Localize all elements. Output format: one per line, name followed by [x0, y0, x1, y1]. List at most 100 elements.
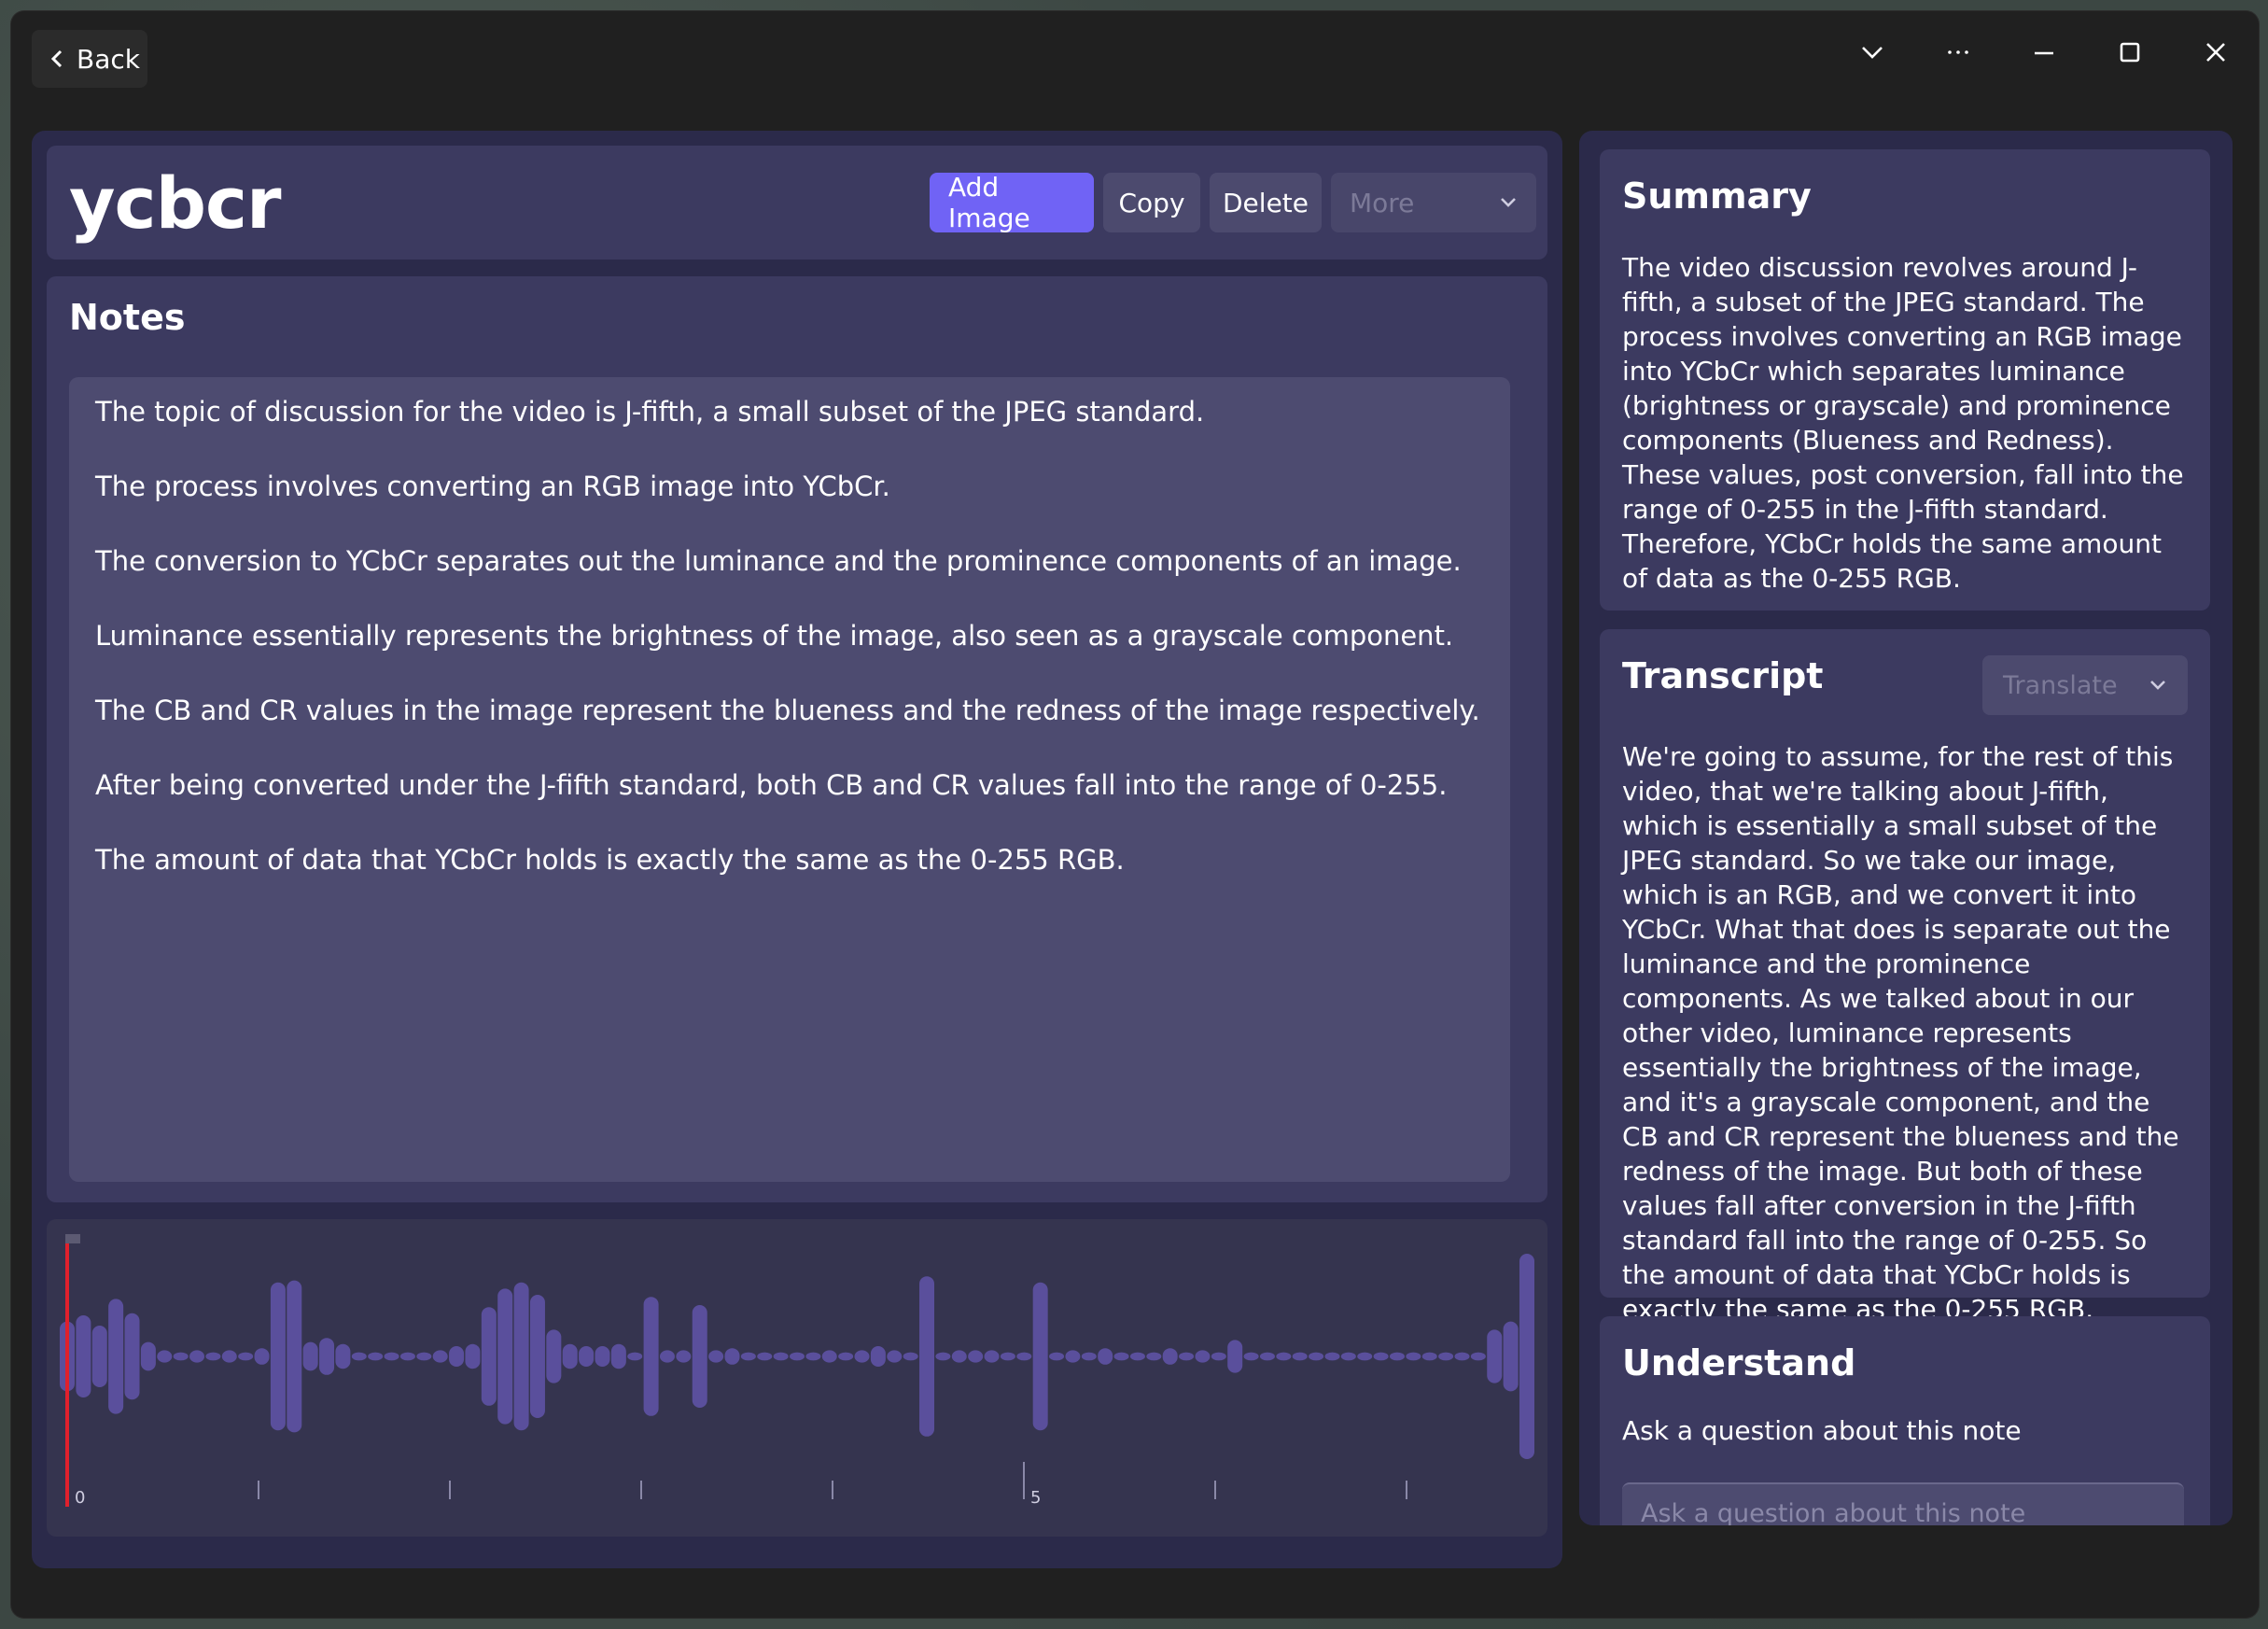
waveform-bar: [254, 1348, 270, 1365]
waveform-bar: [610, 1343, 626, 1369]
ellipsis-icon: [1948, 50, 1968, 54]
waveform-bar: [1211, 1352, 1226, 1361]
waveform-bar: [676, 1350, 692, 1363]
chevron-down-icon: [1501, 198, 1516, 207]
summary-section: Summary The video discussion revolves ar…: [1600, 149, 2210, 611]
summary-text: The video discussion revolves around J-f…: [1622, 252, 2184, 594]
waveform-bar: [124, 1313, 140, 1400]
waveform-bar: [1000, 1352, 1015, 1361]
waveform-bar: [351, 1352, 367, 1361]
delete-button[interactable]: Delete: [1210, 173, 1322, 232]
waveform-bar: [189, 1350, 205, 1363]
note-line: After being converted under the J-fifth …: [95, 769, 1448, 801]
timeline-tick-label: 5: [1030, 1488, 1041, 1508]
translate-dropdown[interactable]: Translate: [1982, 655, 2188, 715]
playhead-handle[interactable]: [65, 1234, 80, 1243]
waveform-bar: [1292, 1352, 1308, 1361]
waveform-bar: [740, 1352, 756, 1361]
close-button[interactable]: [2173, 24, 2259, 80]
question-input[interactable]: Ask a question about this note: [1622, 1482, 2184, 1525]
waveform-bar: [708, 1350, 724, 1363]
note-line: The conversion to YCbCr separates out th…: [95, 545, 1462, 577]
transcript-text: We're going to assume, for the rest of t…: [1622, 741, 2179, 1325]
waveform[interactable]: 05: [47, 1219, 1547, 1537]
waveform-bar: [773, 1352, 789, 1361]
understand-heading: Understand: [1622, 1342, 1856, 1383]
waveform-bar: [1357, 1352, 1373, 1361]
waveform-bar: [1389, 1352, 1405, 1361]
waveform-bar: [1243, 1352, 1259, 1361]
more-label: More: [1350, 187, 1415, 218]
waveform-bar: [287, 1280, 302, 1433]
note-header: ycbcr Add Image Copy Delete More: [47, 146, 1547, 260]
waveform-bar: [1146, 1352, 1162, 1361]
collapse-button[interactable]: [1829, 24, 1915, 80]
waveform-bar: [513, 1282, 529, 1431]
waveform-bar: [1195, 1350, 1211, 1363]
timeline-tick-label: 0: [75, 1488, 85, 1508]
audio-timeline[interactable]: 05: [47, 1219, 1547, 1537]
waveform-bar: [1049, 1352, 1065, 1361]
summary-heading: Summary: [1622, 176, 1812, 217]
waveform-bar: [854, 1350, 870, 1363]
minimize-button[interactable]: [2001, 24, 2087, 80]
waveform-bar: [595, 1346, 610, 1367]
waveform-bar: [108, 1299, 124, 1414]
note-actions: Add Image Copy Delete More: [930, 172, 1536, 233]
waveform-bar: [1113, 1352, 1129, 1361]
waveform-bar: [935, 1352, 951, 1361]
waveform-bar: [270, 1282, 286, 1431]
waveform-bar: [1227, 1340, 1243, 1373]
waveform-bar: [76, 1315, 91, 1397]
waveform-bar: [546, 1329, 562, 1383]
waveform-bar: [1454, 1352, 1470, 1361]
waveform-bar: [1065, 1350, 1081, 1363]
app-window: Back ycbcr Add Image Copy Delete More No…: [11, 11, 2259, 1618]
more-options-button[interactable]: [1915, 24, 2001, 80]
waveform-bar: [368, 1352, 384, 1361]
waveform-bar: [1129, 1352, 1145, 1361]
waveform-bar: [627, 1352, 643, 1361]
waveform-bar: [140, 1341, 156, 1371]
waveform-bar: [465, 1343, 481, 1369]
close-icon: [2206, 43, 2225, 62]
waveform-bar: [157, 1350, 173, 1363]
waveform-bar: [1340, 1352, 1356, 1361]
translate-label: Translate: [2003, 670, 2118, 700]
waveform-bar: [416, 1352, 432, 1361]
back-label: Back: [77, 43, 140, 75]
add-image-button[interactable]: Add Image: [930, 172, 1094, 233]
maximize-icon: [2120, 42, 2140, 63]
maximize-button[interactable]: [2087, 24, 2173, 80]
waveform-bar: [205, 1352, 221, 1361]
note-line: The amount of data that YCbCr holds is e…: [95, 844, 1125, 876]
caption-buttons: [1829, 24, 2259, 80]
waveform-bar: [838, 1352, 854, 1361]
waveform-bar: [319, 1338, 335, 1375]
note-line: Luminance essentially represents the bri…: [95, 620, 1454, 652]
transcript-heading: Transcript: [1622, 655, 1824, 696]
waveform-bar: [432, 1350, 448, 1363]
note-title: ycbcr: [69, 161, 282, 245]
understand-prompt: Ask a question about this note: [1622, 1415, 2022, 1446]
waveform-bar: [1373, 1352, 1389, 1361]
waveform-bar: [529, 1295, 545, 1418]
waveform-bar: [968, 1350, 984, 1363]
waveform-bar: [1487, 1329, 1503, 1383]
note-line: The CB and CR values in the image repres…: [95, 695, 1480, 726]
waveform-bar: [1276, 1352, 1292, 1361]
notes-editor[interactable]: The topic of discussion for the video is…: [69, 377, 1510, 1182]
minimize-icon: [2035, 51, 2053, 55]
waveform-bar: [659, 1350, 675, 1363]
back-button[interactable]: Back: [32, 30, 147, 88]
note-pane: ycbcr Add Image Copy Delete More Notes T…: [32, 131, 1562, 1568]
more-dropdown[interactable]: More: [1331, 173, 1536, 232]
waveform-bar: [238, 1352, 254, 1361]
waveform-bar: [302, 1341, 318, 1371]
waveform-bar: [1324, 1352, 1340, 1361]
waveform-bar: [1406, 1352, 1421, 1361]
waveform-bar: [1098, 1348, 1113, 1365]
waveform-bar: [790, 1352, 805, 1361]
copy-button[interactable]: Copy: [1103, 173, 1200, 232]
transcript-section: Transcript Translate We're going to assu…: [1600, 629, 2210, 1325]
